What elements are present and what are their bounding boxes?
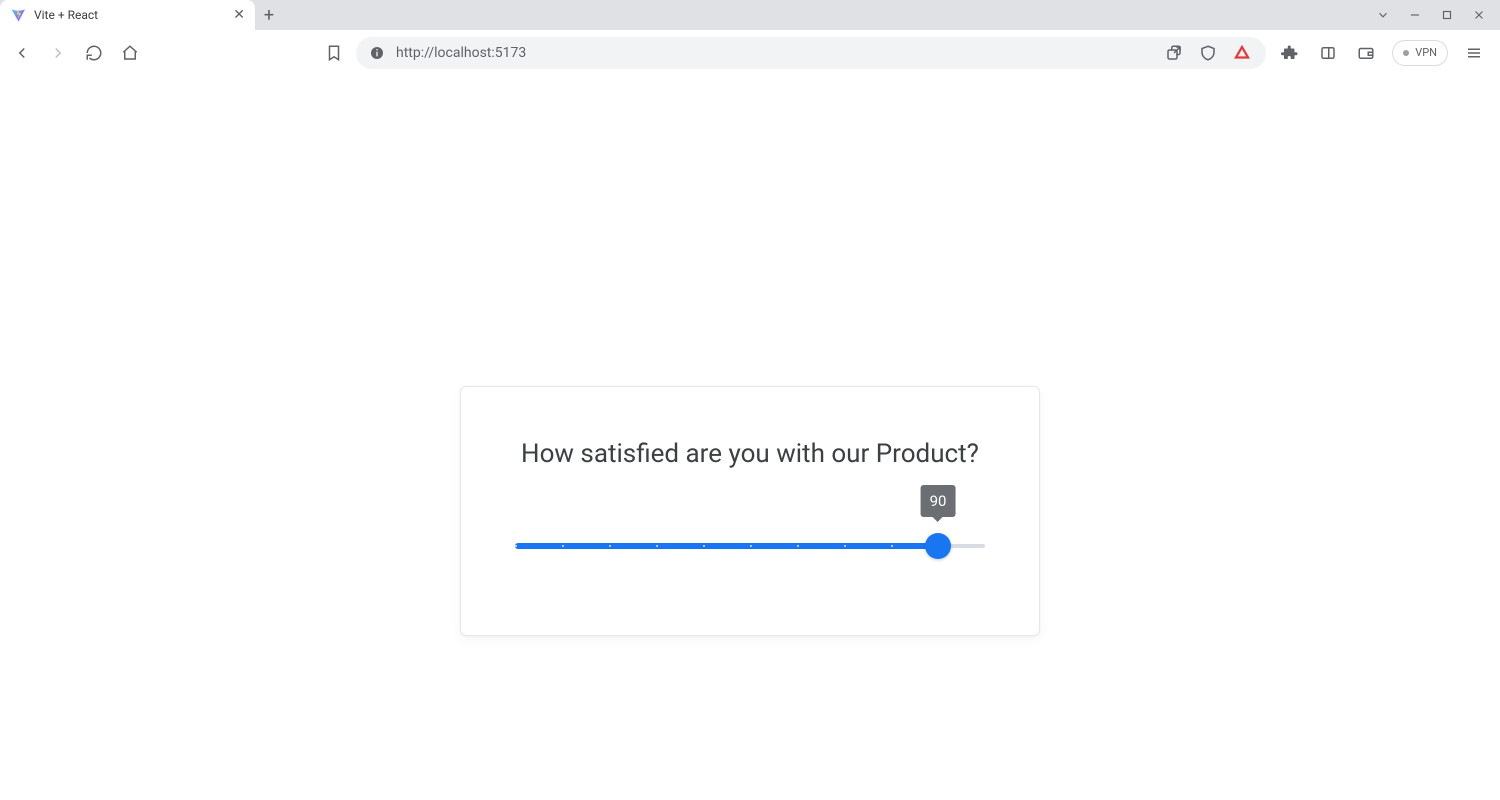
- slider-mark: [844, 545, 846, 547]
- shield-icon[interactable]: [1196, 41, 1220, 65]
- window-maximize-button[interactable]: [1440, 8, 1454, 22]
- slider-mark: [656, 545, 658, 547]
- url-text: http://localhost:5173: [396, 45, 526, 61]
- window-controls: [1362, 0, 1500, 30]
- tab-close-button[interactable]: ✕: [233, 8, 245, 22]
- slider-mark: [703, 545, 705, 547]
- slider-mark: [797, 545, 799, 547]
- vpn-status-dot-icon: [1403, 50, 1409, 56]
- slider-thumb[interactable]: [925, 533, 951, 559]
- site-info-icon[interactable]: [368, 44, 386, 62]
- slider-mark: [750, 545, 752, 547]
- tabs-dropdown-icon[interactable]: [1376, 8, 1390, 22]
- brave-rewards-icon[interactable]: [1230, 41, 1254, 65]
- browser-toolbar: http://localhost:5173 VPN: [0, 30, 1500, 76]
- slider-tooltip: 90: [921, 485, 956, 517]
- slider-mark: [609, 545, 611, 547]
- slider-marks: [515, 543, 985, 549]
- slider-mark: [891, 545, 893, 547]
- vpn-label: VPN: [1415, 46, 1437, 59]
- window-close-button[interactable]: [1472, 8, 1486, 22]
- extensions-icon[interactable]: [1278, 41, 1302, 65]
- forward-button[interactable]: [46, 41, 70, 65]
- slider-mark: [562, 545, 564, 547]
- window-minimize-button[interactable]: [1408, 8, 1422, 22]
- slider-tooltip-value: 90: [930, 492, 947, 510]
- slider-mark: [985, 545, 987, 547]
- wallet-icon[interactable]: [1354, 41, 1378, 65]
- reload-button[interactable]: [82, 41, 106, 65]
- menu-button[interactable]: [1462, 41, 1486, 65]
- address-bar[interactable]: http://localhost:5173: [356, 37, 1266, 69]
- new-tab-button[interactable]: +: [255, 0, 283, 30]
- browser-tab[interactable]: Vite + React ✕: [0, 0, 255, 30]
- slider-mark: [515, 545, 517, 547]
- page-viewport: How satisfied are you with our Product? …: [0, 76, 1500, 800]
- back-button[interactable]: [10, 41, 34, 65]
- survey-card: How satisfied are you with our Product? …: [460, 386, 1040, 636]
- tab-strip: Vite + React ✕ +: [0, 0, 1500, 30]
- vpn-button[interactable]: VPN: [1392, 40, 1448, 66]
- satisfaction-slider[interactable]: 90: [515, 531, 985, 561]
- survey-question: How satisfied are you with our Product?: [515, 439, 985, 469]
- bookmark-button[interactable]: [322, 41, 346, 65]
- share-icon[interactable]: [1162, 41, 1186, 65]
- vite-favicon-icon: [10, 7, 26, 23]
- home-button[interactable]: [118, 41, 142, 65]
- tab-title: Vite + React: [34, 8, 225, 22]
- sidebar-icon[interactable]: [1316, 41, 1340, 65]
